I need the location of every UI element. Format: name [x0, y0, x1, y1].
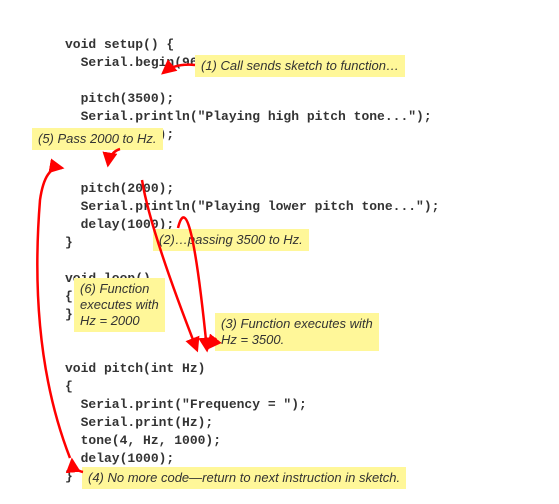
code-block: void setup() { Serial.begin(9600); pitch… [65, 18, 529, 486]
annotation-3: (3) Function executes with Hz = 3500. [215, 313, 379, 351]
code-line: } [65, 307, 73, 322]
code-line: pitch(3500); [65, 91, 174, 106]
code-line: { [65, 289, 73, 304]
code-line: Serial.println("Playing lower pitch tone… [65, 199, 439, 214]
annotation-4: (4) No more code—return to next instruct… [82, 467, 406, 489]
code-line: Serial.print("Frequency = "); [65, 397, 307, 412]
code-line: } [65, 469, 73, 484]
code-line: Serial.println("Playing high pitch tone.… [65, 109, 432, 124]
annotation-2: (2)…passing 3500 to Hz. [153, 229, 309, 251]
annotation-5: (5) Pass 2000 to Hz. [32, 128, 163, 150]
code-line: void setup() { [65, 37, 174, 52]
code-line: Serial.print(Hz); [65, 415, 213, 430]
code-line: delay(1000); [65, 451, 174, 466]
code-line: tone(4, Hz, 1000); [65, 433, 221, 448]
code-line: void pitch(int Hz) [65, 361, 205, 376]
annotation-1: (1) Call sends sketch to function… [195, 55, 405, 77]
code-line: { [65, 379, 73, 394]
code-line: } [65, 235, 73, 250]
code-line: pitch(2000); [65, 181, 174, 196]
annotation-6: (6) Function executes with Hz = 2000 [74, 278, 165, 332]
